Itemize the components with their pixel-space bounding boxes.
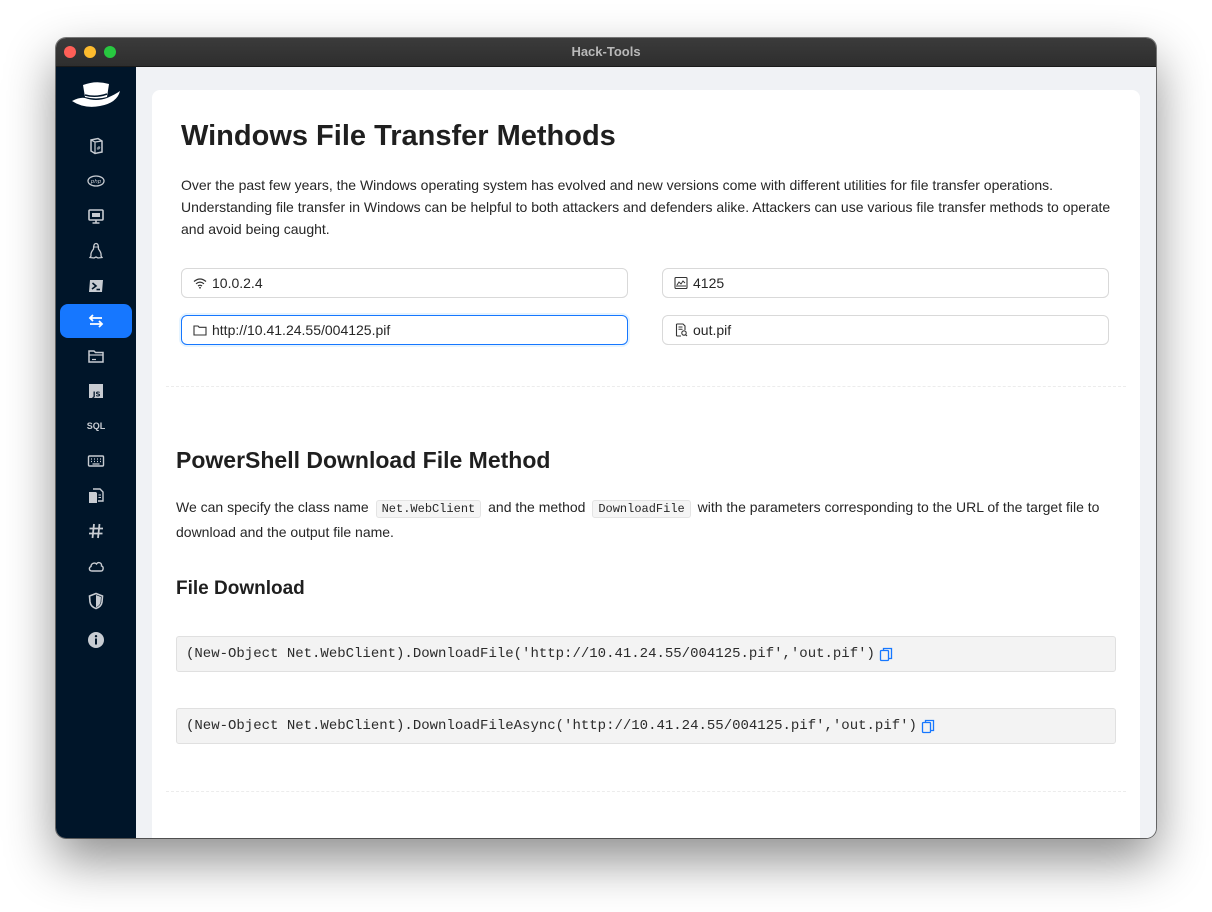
title-bar: Hack-Tools [56,38,1156,67]
ip-input[interactable] [212,275,612,291]
url-input[interactable] [212,322,612,338]
svg-text:#: # [97,146,101,152]
description-text-1: We can specify the class name [176,499,369,515]
subsection-heading: File Download [176,578,305,599]
section-divider [166,386,1126,387]
nav-oscp[interactable] [60,584,132,618]
powershell-icon [89,280,103,292]
file-search-icon [675,323,688,337]
copy-icon[interactable] [921,719,935,734]
nav-about[interactable] [60,623,132,657]
svg-text:php: php [90,179,102,185]
section-heading: PowerShell Download File Method [176,447,551,473]
hash-icon [89,523,103,539]
info-icon [88,632,104,648]
nav-encoding[interactable] [60,444,132,478]
section-description: We can specify the class name Net.WebCli… [176,496,1116,544]
app-window: Hack-Tools # php JS SQL Windows File Tra… [56,38,1156,838]
nav-tty[interactable] [60,199,132,233]
nav-reverse-shell[interactable]: # [60,129,132,163]
output-file-input[interactable] [693,322,1093,338]
command-text: (New-Object Net.WebClient).DownloadFileA… [186,718,917,734]
sql-icon: SQL [86,421,106,431]
php-icon: php [87,175,105,187]
folder-icon [88,350,104,363]
main-content: Windows File Transfer Methods Over the p… [136,67,1156,838]
port-icon [674,276,688,290]
nav-hashing[interactable] [60,514,132,548]
command-block: (New-Object Net.WebClient).DownloadFileA… [176,708,1116,744]
port-input[interactable] [693,275,1093,291]
nav-msfvenom[interactable] [60,479,132,513]
nav-sql[interactable]: SQL [60,409,132,443]
nav-file-transfer[interactable] [60,304,132,338]
file-copy-icon [89,488,104,503]
description-text-2: and the method [488,499,586,515]
linux-icon [88,242,104,259]
content-card: Windows File Transfer Methods Over the p… [152,90,1140,838]
nav-php[interactable]: php [60,164,132,198]
js-icon: JS [89,384,103,399]
url-field[interactable] [181,315,628,345]
class-name-code: Net.WebClient [375,500,482,518]
cloud-icon [88,561,104,572]
intro-text: Over the past few years, the Windows ope… [181,177,1111,237]
folder-icon [193,325,207,336]
nav-linux[interactable] [60,234,132,268]
nav-powershell[interactable] [60,269,132,303]
output-file-field[interactable] [662,315,1109,345]
window-title: Hack-Tools [571,44,641,59]
method-name-code: DownloadFile [592,500,691,518]
svg-text:JS: JS [92,391,101,399]
nav-xss[interactable]: JS [60,374,132,408]
ip-field[interactable] [181,268,628,298]
command-block: (New-Object Net.WebClient).DownloadFile(… [176,636,1116,672]
keyboard-icon [87,455,105,467]
wifi-icon [193,278,207,289]
port-field[interactable] [662,268,1109,298]
copy-icon[interactable] [879,647,893,662]
shield-icon [88,592,104,610]
hat-logo-icon [72,82,120,107]
command-text: (New-Object Net.WebClient).DownloadFile(… [186,646,875,662]
transfer-icon [88,314,104,328]
sidebar: # php JS SQL [56,67,136,838]
page-title: Windows File Transfer Methods [181,120,616,152]
code-file-icon: # [90,137,103,155]
section-divider [166,791,1126,792]
desktop-icon [88,209,104,224]
nav-lfi[interactable] [60,339,132,373]
nav-cloud[interactable] [60,549,132,583]
